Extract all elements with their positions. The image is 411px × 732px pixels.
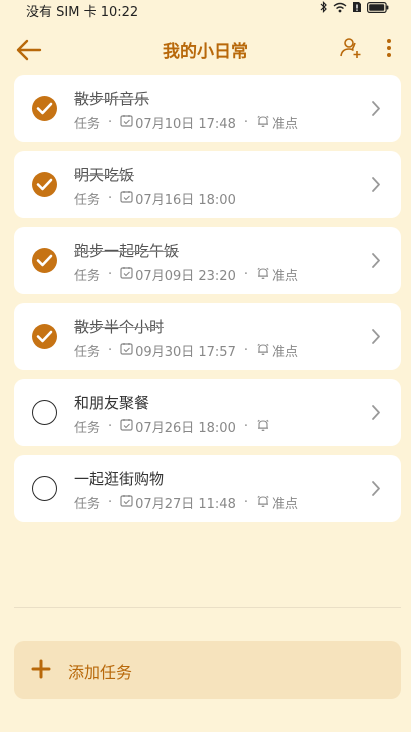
separator-dot: · — [108, 419, 113, 434]
task-datetime: 09月30日 17:57 — [135, 345, 236, 360]
task-reminder: 准点 — [271, 345, 298, 360]
task-meta: 任务 · 09月30日 17:57 · 准点 — [74, 341, 298, 360]
checked-circle-icon[interactable] — [32, 172, 57, 197]
task-title: 跑步一起吃午饭 — [74, 242, 180, 260]
task-datetime: 07月27日 11:48 — [135, 497, 236, 512]
calendar-icon — [120, 342, 135, 359]
task-datetime: 07月09日 23:20 — [135, 269, 236, 284]
alarm-bell-icon — [256, 494, 272, 512]
task-card[interactable]: 散步半个小时 任务 · 09月30日 17:57 · 准点 — [14, 303, 401, 370]
bluetooth-icon — [320, 1, 328, 17]
task-datetime: 07月26日 18:00 — [135, 421, 236, 436]
separator-dot: · — [108, 267, 113, 282]
separator-dot: · — [108, 115, 113, 130]
calendar-icon — [120, 418, 135, 435]
task-list: 散步听音乐 任务 · 07月10日 17:48 · 准点 明天吃饭 任务 · 07月16日 18:… — [14, 75, 401, 531]
separator-dot: · — [243, 419, 248, 434]
separator-dot: · — [108, 495, 113, 510]
task-datetime: 07月10日 17:48 — [135, 117, 236, 132]
add-task-label: 添加任务 — [68, 663, 133, 682]
plus-icon — [30, 658, 52, 684]
task-reminder: 准点 — [271, 497, 298, 512]
divider — [14, 607, 401, 608]
task-meta: 任务 · 07月16日 18:00 — [74, 189, 236, 208]
task-card[interactable]: 散步听音乐任务 · 07月10日 17:48 · 准点 — [14, 75, 401, 142]
calendar-icon — [120, 494, 135, 511]
task-title: 散步听音乐 — [74, 90, 150, 108]
app-bar: 我的小日常 — [0, 28, 411, 72]
task-card[interactable]: 跑步一起吃午饭 任务 · 07月09日 23:20 · 准点 — [14, 227, 401, 294]
task-card[interactable]: 和朋友聚餐任务 · 07月26日 18:00 · — [14, 379, 401, 446]
task-reminder: 准点 — [271, 117, 298, 132]
wifi-icon — [333, 2, 347, 17]
calendar-icon — [120, 266, 135, 283]
checked-circle-icon[interactable] — [32, 96, 57, 121]
separator-dot: · — [243, 267, 248, 282]
task-card[interactable]: 一起逛街购物 任务 · 07月27日 11:48 · 准点 — [14, 455, 401, 522]
clock: 10:22 — [100, 5, 139, 20]
chevron-right-icon — [371, 252, 381, 273]
checked-circle-icon[interactable] — [32, 248, 57, 273]
task-type: 任务 — [74, 345, 101, 360]
chevron-right-icon — [371, 404, 381, 425]
carrier-text: 没有 SIM 卡 10:22 — [26, 1, 138, 20]
chevron-right-icon — [371, 328, 381, 349]
battery-icon — [367, 1, 389, 17]
alarm-bell-icon — [256, 342, 272, 360]
task-title: 一起逛街购物 — [74, 470, 165, 488]
alarm-bell-icon — [256, 114, 272, 132]
task-type: 任务 — [74, 497, 101, 512]
checked-circle-icon[interactable] — [32, 324, 57, 349]
task-datetime: 07月16日 18:00 — [135, 193, 236, 208]
task-meta: 任务 · 07月26日 18:00 · — [74, 417, 272, 436]
chevron-right-icon — [371, 100, 381, 121]
status-icons — [320, 1, 389, 17]
task-reminder: 准点 — [271, 269, 298, 284]
separator-dot: · — [108, 343, 113, 358]
alarm-bell-icon — [256, 266, 272, 284]
separator-dot: · — [243, 343, 248, 358]
unchecked-circle-icon[interactable] — [32, 400, 57, 425]
unchecked-circle-icon[interactable] — [32, 476, 57, 501]
more-menu-icon[interactable] — [384, 36, 394, 60]
add-task-button[interactable]: 添加任务 — [14, 641, 401, 699]
calendar-icon — [120, 114, 135, 131]
status-bar: 没有 SIM 卡 10:22 — [0, 0, 411, 20]
task-type: 任务 — [74, 269, 101, 284]
task-type: 任务 — [74, 117, 101, 132]
task-meta: 任务 · 07月09日 23:20 · 准点 — [74, 265, 298, 284]
task-title: 明天吃饭 — [74, 166, 135, 184]
task-type: 任务 — [74, 421, 101, 436]
task-type: 任务 — [74, 193, 101, 208]
add-member-icon[interactable] — [338, 36, 362, 60]
separator-dot: · — [243, 115, 248, 130]
task-meta: 任务 · 07月10日 17:48 · 准点 — [74, 113, 298, 132]
task-title: 散步半个小时 — [74, 318, 165, 336]
chevron-right-icon — [371, 480, 381, 501]
task-card[interactable]: 明天吃饭任务 · 07月16日 18:00 — [14, 151, 401, 218]
carrier-label: 没有 SIM 卡 — [26, 5, 97, 20]
separator-dot: · — [243, 495, 248, 510]
calendar-icon — [120, 190, 135, 207]
chevron-right-icon — [371, 176, 381, 197]
separator-dot: · — [108, 191, 113, 206]
alarm-bell-icon — [256, 418, 272, 436]
task-meta: 任务 · 07月27日 11:48 · 准点 — [74, 493, 298, 512]
task-title: 和朋友聚餐 — [74, 394, 150, 412]
sim-alert-icon — [352, 1, 362, 17]
